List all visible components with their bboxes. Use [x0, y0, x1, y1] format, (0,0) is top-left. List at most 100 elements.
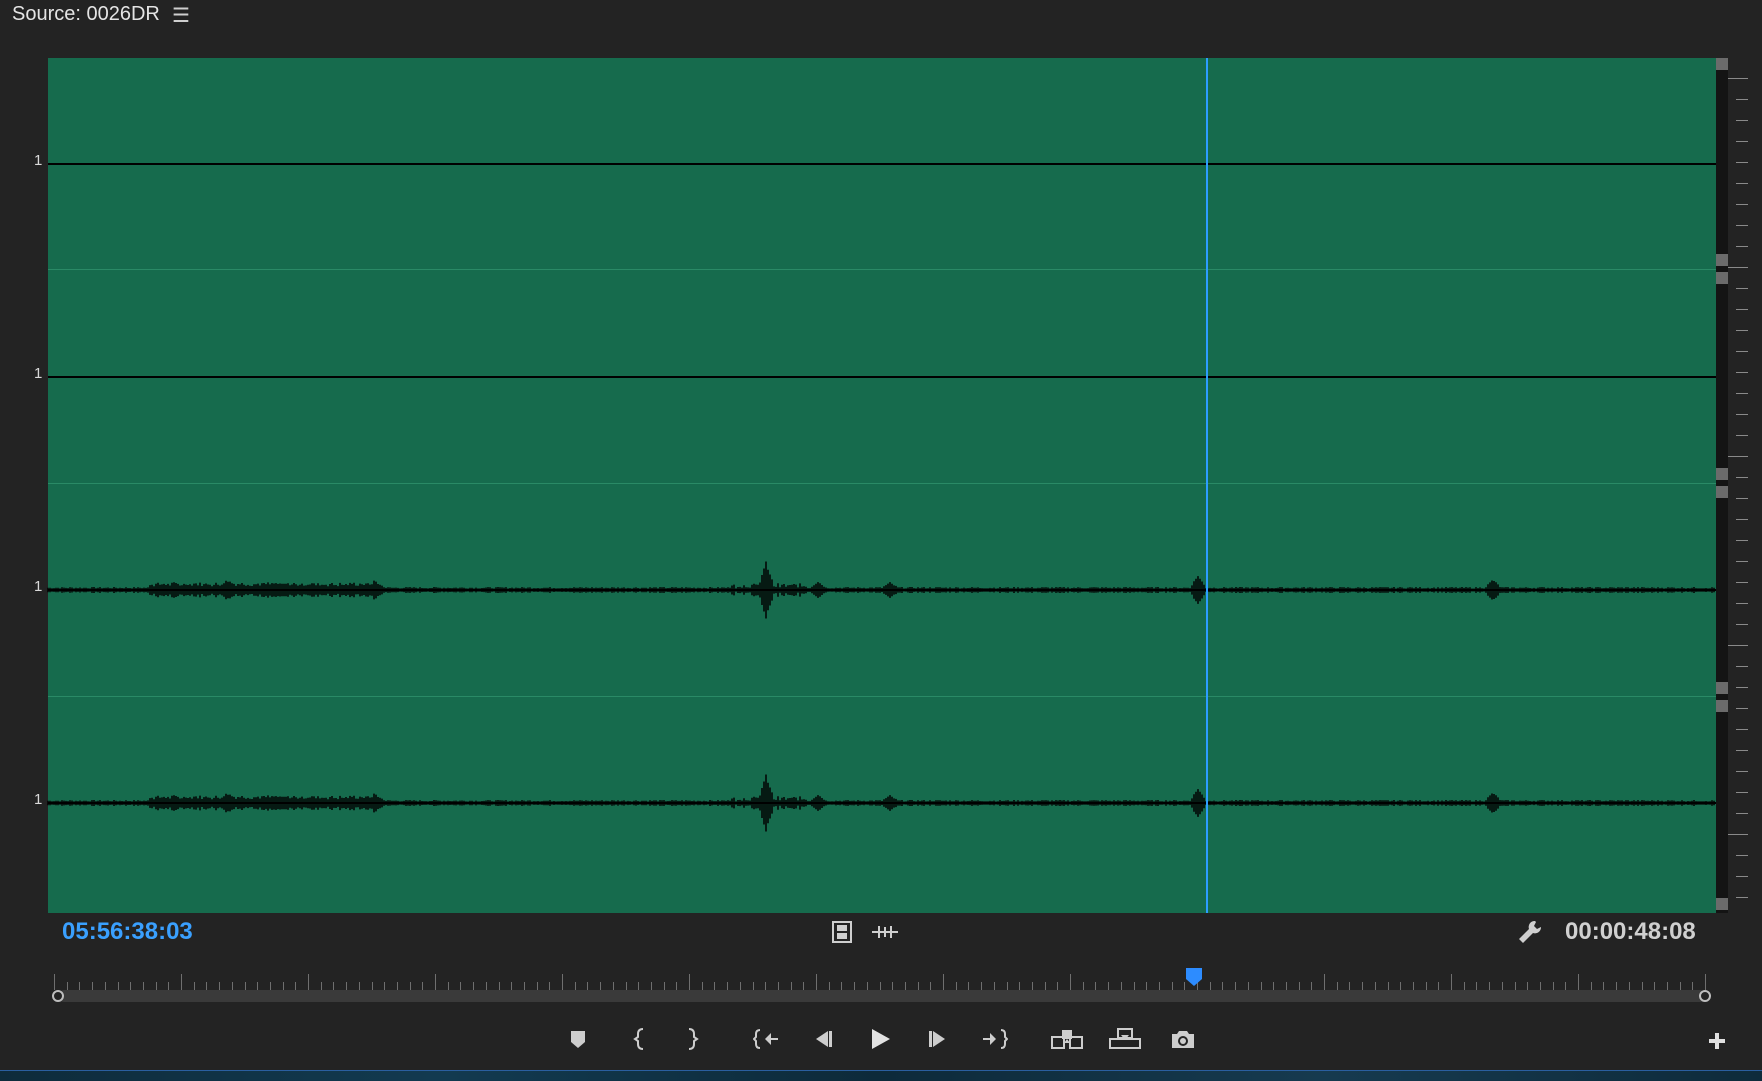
ruler-tick [1273, 982, 1275, 990]
ruler-tick [1438, 982, 1440, 990]
zoom-scrollbar[interactable] [58, 990, 1706, 1002]
meter-handle[interactable] [1716, 254, 1728, 266]
meter-handle[interactable] [1716, 486, 1728, 498]
ruler-tick [371, 982, 373, 990]
ruler-tick [206, 982, 208, 990]
ruler-tick [181, 974, 182, 990]
ruler-tick [1158, 982, 1160, 990]
step-forward-button[interactable] [921, 1022, 955, 1056]
ruler-tick [739, 982, 741, 990]
ruler-tick [168, 982, 170, 990]
channel-3-waveform [47, 561, 1716, 619]
meter-handle[interactable] [1716, 898, 1728, 910]
ruler-tick [1552, 982, 1554, 990]
channel-divider [48, 269, 1716, 270]
step-back-button[interactable] [806, 1022, 840, 1056]
meter-scale-tick [1736, 603, 1748, 604]
meter-scale-tick [1736, 750, 1748, 751]
meter-scale-tick [1736, 666, 1748, 667]
ruler-tick [866, 982, 868, 990]
zoom-handle-left[interactable] [52, 990, 64, 1002]
ruler-tick [1476, 982, 1478, 990]
play-button[interactable] [863, 1022, 897, 1056]
mark-out-button[interactable] [675, 1022, 709, 1056]
meter-scale-tick [1736, 498, 1748, 499]
meter-scale-tick [1736, 477, 1748, 478]
ruler-tick [689, 974, 690, 990]
meter-scale-tick [1736, 729, 1748, 730]
overwrite-button[interactable] [1108, 1022, 1142, 1056]
insert-button[interactable] [1050, 1022, 1084, 1056]
meter-scale-tick [1736, 708, 1748, 709]
meter-scale-tick [1736, 288, 1748, 289]
ruler-tick [1171, 982, 1173, 990]
duration-timecode[interactable]: 00:00:48:08 [1565, 918, 1696, 946]
film-strip-icon[interactable] [830, 920, 854, 944]
meter-scale-tick [1736, 813, 1748, 814]
meter-handle[interactable] [1716, 682, 1728, 694]
meter-handle[interactable] [1716, 58, 1728, 70]
ruler-tick [854, 982, 856, 990]
ruler-tick [219, 982, 221, 990]
meter-handle[interactable] [1716, 468, 1728, 480]
channel-divider [48, 483, 1716, 484]
ruler-tick [1006, 982, 1008, 990]
ruler-tick [625, 982, 627, 990]
ruler-tick [1679, 982, 1681, 990]
go-to-out-button[interactable] [978, 1022, 1012, 1056]
meter-scale-tick [1736, 414, 1748, 415]
ruler-tick [816, 974, 817, 990]
wrench-settings-icon[interactable] [1516, 918, 1544, 946]
add-marker-button[interactable] [561, 1022, 595, 1056]
ruler-tick [1108, 982, 1110, 990]
transport-controls [0, 1022, 1762, 1060]
mark-in-button[interactable] [623, 1022, 657, 1056]
ruler-tick [879, 982, 881, 990]
ruler-tick [904, 982, 906, 990]
channel-2-baseline [48, 376, 1716, 378]
source-title: Source: 0026DR [12, 3, 160, 25]
meter-scale-tick [1736, 120, 1748, 121]
export-frame-button[interactable] [1166, 1022, 1200, 1056]
ruler-tick [244, 982, 246, 990]
meter-scale-tick [1736, 246, 1748, 247]
go-to-in-button[interactable] [749, 1022, 783, 1056]
meter-handle[interactable] [1716, 272, 1728, 284]
current-timecode[interactable]: 05:56:38:03 [62, 918, 193, 946]
ruler-tick [777, 982, 779, 990]
ruler-tick [1705, 974, 1706, 990]
audio-waveform-toggle-icon[interactable] [872, 920, 898, 944]
hamburger-menu-icon[interactable]: ☰ [172, 3, 190, 28]
playhead-marker[interactable] [1186, 968, 1202, 986]
meter-scale-tick [1736, 624, 1748, 625]
ruler-tick [1146, 982, 1148, 990]
ruler-tick [968, 982, 970, 990]
ruler-tick [1374, 982, 1376, 990]
ruler-tick [1565, 982, 1567, 990]
ruler-tick [460, 982, 462, 990]
ruler-tick [511, 982, 513, 990]
ruler-tick [396, 982, 398, 990]
ruler-tick [1311, 982, 1313, 990]
add-button-editor-icon[interactable] [1700, 1024, 1734, 1058]
meter-scale-tick [1736, 141, 1748, 142]
time-ruler[interactable] [54, 966, 1706, 990]
ruler-tick [1349, 982, 1351, 990]
ruler-tick [79, 982, 81, 990]
ruler-tick [193, 982, 195, 990]
zoom-handle-right[interactable] [1699, 990, 1711, 1002]
meter-scale-tick [1736, 582, 1748, 583]
ruler-tick [485, 982, 487, 990]
audio-waveform-view[interactable] [47, 58, 1716, 913]
meter-handle[interactable] [1716, 700, 1728, 712]
ruler-tick [498, 982, 500, 990]
ruler-tick [536, 982, 538, 990]
ruler-tick [1400, 982, 1402, 990]
ruler-tick [1082, 982, 1084, 990]
ruler-tick [435, 974, 436, 990]
playhead-line[interactable] [1206, 58, 1208, 913]
ruler-tick [1235, 982, 1237, 990]
ruler-tick [765, 982, 767, 990]
ruler-tick [295, 982, 297, 990]
ruler-tick [117, 982, 119, 990]
